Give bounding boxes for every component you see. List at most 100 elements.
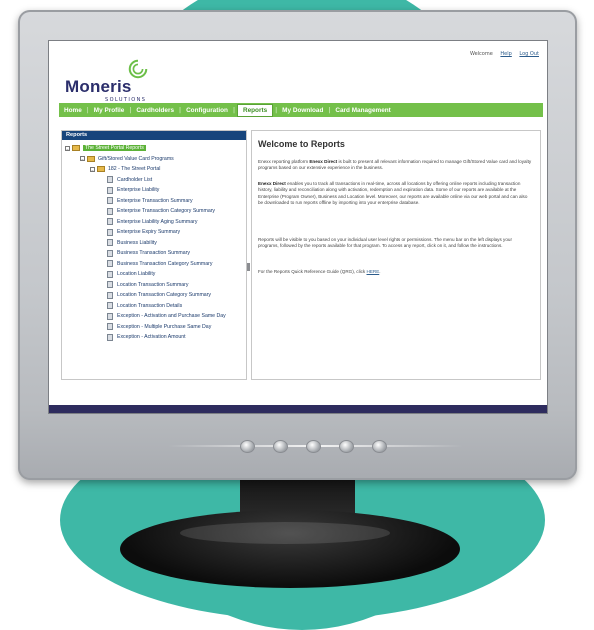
qrg-text-end: . — [379, 269, 381, 274]
report-item-label: Business Liability — [117, 239, 157, 246]
report-document-icon — [107, 186, 113, 194]
report-item-label: Enterprise Expiry Summary — [117, 229, 181, 236]
page-title: Welcome to Reports — [258, 139, 345, 149]
report-item-label: Business Transaction Summary — [117, 250, 190, 257]
nav-configuration[interactable]: Configuration — [181, 107, 233, 114]
tree-group-label: Gift/Stored Value Card Programs — [98, 155, 174, 162]
folder-icon — [87, 155, 95, 162]
folder-icon — [72, 145, 80, 152]
intro-paragraph: Enexx reporting platform Enexx Direct is… — [258, 159, 532, 172]
features-paragraph: Enexx Direct enables you to track all tr… — [258, 181, 532, 207]
report-document-icon — [107, 281, 113, 289]
scrollbar-thumb[interactable] — [247, 263, 250, 271]
visibility-paragraph: Reports will be visible to you based on … — [258, 237, 532, 250]
qrg-text: For the Reports Quick Reference Guide (Q… — [258, 269, 367, 274]
monitor-stand-highlight — [180, 522, 390, 544]
report-item[interactable]: Enterprise Transaction Category Summary — [62, 206, 246, 217]
header-links: Welcome Help Log Out — [464, 51, 539, 57]
report-document-icon — [107, 291, 113, 299]
report-item[interactable]: Location Transaction Details — [62, 301, 246, 312]
logout-link[interactable]: Log Out — [519, 51, 539, 57]
tree-group-row[interactable]: − Gift/Stored Value Card Programs — [62, 154, 246, 165]
collapse-icon[interactable]: − — [90, 166, 95, 173]
report-item-label: Enterprise Liability Aging Summary — [117, 218, 198, 225]
report-item-label: Business Transaction Category Summary — [117, 260, 213, 267]
report-item[interactable]: Business Transaction Summary — [62, 248, 246, 259]
report-document-icon — [107, 260, 113, 268]
tree-program-row[interactable]: − 182 - The Street Portal — [62, 164, 246, 175]
nav-my-download[interactable]: My Download — [277, 107, 328, 114]
help-link[interactable]: Help — [500, 51, 511, 57]
nav-home[interactable]: Home — [59, 107, 87, 114]
logo-swirl-icon — [128, 59, 148, 79]
tree-program-label: 182 - The Street Portal — [108, 166, 161, 173]
nav-reports[interactable]: Reports — [236, 103, 274, 117]
nav-card-management[interactable]: Card Management — [330, 107, 395, 114]
product-name: Enexx Direct — [258, 181, 286, 186]
welcome-panel: Welcome to Reports Enexx reporting platf… — [251, 130, 541, 380]
report-document-icon — [107, 302, 113, 310]
report-item-label: Exception - Activation Amount — [117, 334, 186, 341]
nav-cardholders[interactable]: Cardholders — [131, 107, 179, 114]
report-document-icon — [107, 249, 113, 257]
tree-root-row[interactable]: − The Street Portal Reports — [62, 143, 246, 154]
folder-icon — [97, 166, 105, 173]
monitor-power-button[interactable] — [372, 440, 387, 453]
welcome-text: Welcome — [469, 51, 493, 57]
report-item-label: Enterprise Transaction Category Summary — [117, 208, 216, 215]
report-document-icon — [107, 270, 113, 278]
visibility-text: Reports will be visible to you based on … — [258, 237, 512, 249]
report-document-icon — [107, 197, 113, 205]
report-item[interactable]: Exception - Activation and Purchase Same… — [62, 311, 246, 322]
collapse-icon[interactable]: − — [65, 145, 70, 152]
report-item-label: Location Liability — [117, 271, 156, 278]
report-item-label: Location Transaction Details — [117, 302, 183, 309]
report-item[interactable]: Enterprise Transaction Summary — [62, 196, 246, 207]
report-item[interactable]: Exception - Multiple Purchase Same Day — [62, 322, 246, 333]
report-item[interactable]: Location Liability — [62, 269, 246, 280]
monitor-button-strip — [168, 440, 463, 453]
report-item[interactable]: Location Transaction Category Summary — [62, 290, 246, 301]
report-item[interactable]: Exception - Activation Amount — [62, 332, 246, 343]
reports-sidebar: Reports − The Street Portal Reports − Gi… — [61, 130, 250, 380]
report-item[interactable]: Location Transaction Summary — [62, 280, 246, 291]
monitor-button-1[interactable] — [240, 440, 255, 453]
report-item-label: Location Transaction Summary — [117, 281, 189, 288]
report-document-icon — [107, 323, 113, 331]
qrg-here-link[interactable]: HERE — [367, 269, 380, 274]
report-document-icon — [107, 218, 113, 226]
moneris-logo: Moneris SOLUTIONS — [65, 59, 148, 103]
screen-footer-bar — [49, 405, 547, 413]
report-tree: − The Street Portal Reports − Gift/Store… — [62, 140, 246, 343]
report-item-label: Location Transaction Category Summary — [117, 292, 211, 299]
report-item-label: Enterprise Transaction Summary — [117, 197, 193, 204]
report-list: Cardholder List Enterprise Liability Enter… — [62, 175, 246, 343]
qrg-paragraph: For the Reports Quick Reference Guide (Q… — [258, 269, 532, 275]
monitor-button-4[interactable] — [339, 440, 354, 453]
features-text: enables you to track all transactions in… — [258, 181, 528, 206]
report-document-icon — [107, 239, 113, 247]
collapse-icon[interactable]: − — [80, 156, 85, 162]
report-item-label: Exception - Activation and Purchase Same… — [117, 313, 226, 320]
report-item-label: Exception - Multiple Purchase Same Day — [117, 323, 212, 330]
report-item[interactable]: Cardholder List — [62, 175, 246, 186]
report-item[interactable]: Enterprise Expiry Summary — [62, 227, 246, 238]
report-item[interactable]: Enterprise Liability Aging Summary — [62, 217, 246, 228]
report-item[interactable]: Business Transaction Category Summary — [62, 259, 246, 270]
main-nav: Home | My Profile | Cardholders | Config… — [59, 103, 543, 117]
report-item[interactable]: Business Liability — [62, 238, 246, 249]
nav-my-profile[interactable]: My Profile — [89, 107, 130, 114]
tree-root-label: The Street Portal Reports — [83, 145, 146, 152]
report-document-icon — [107, 333, 113, 341]
sidebar-title: Reports — [62, 131, 246, 140]
monitor-button-3[interactable] — [306, 440, 321, 453]
report-document-icon — [107, 176, 113, 184]
product-name: Enexx Direct — [309, 159, 338, 164]
monitor-button-2[interactable] — [273, 440, 288, 453]
report-item[interactable]: Enterprise Liability — [62, 185, 246, 196]
report-item-label: Cardholder List — [117, 176, 153, 183]
monitor-screen: Welcome Help Log Out Moneris SOLUTIONS H… — [48, 40, 548, 414]
intro-text: Enexx reporting platform — [258, 159, 310, 164]
report-document-icon — [107, 228, 113, 236]
nav-separator: | — [232, 106, 235, 114]
